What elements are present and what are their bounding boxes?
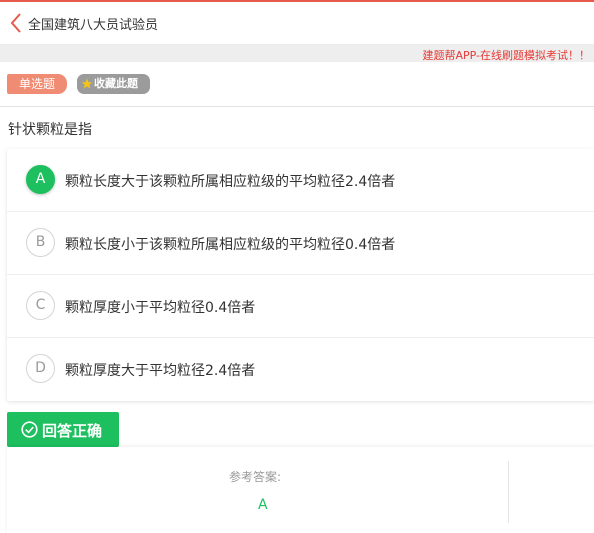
option-text: 颗粒厚度大于平均粒径2.4倍者 [65, 363, 256, 379]
star-icon [81, 78, 93, 89]
option-text: 颗粒长度大于该颗粒所属相应粒级的平均粒径2.4倍者 [65, 174, 396, 190]
reference-answer-label: 参考答案: [229, 470, 282, 484]
option-text: 颗粒厚度小于平均粒径0.4倍者 [65, 300, 256, 316]
divider [0, 106, 594, 107]
promo-text[interactable]: 建题帮APP-在线刷题模拟考试！！ [422, 47, 590, 63]
reference-answer-value: A [258, 497, 268, 513]
check-circle-icon [21, 421, 38, 438]
chevron-left-icon [10, 13, 21, 33]
divider [508, 461, 509, 523]
app-header: 全国建筑八大员试验员 [0, 2, 594, 45]
question-text: 针状颗粒是指 [8, 122, 92, 138]
options-card: A 颗粒长度大于该颗粒所属相应粒级的平均粒径2.4倍者 B 颗粒长度小于该颗粒所… [7, 149, 594, 401]
option-letter-badge: B [26, 228, 55, 257]
option-letter-badge: D [26, 354, 55, 383]
back-button[interactable] [8, 12, 24, 34]
option-d[interactable]: D 颗粒厚度大于平均粒径2.4倍者 [7, 338, 594, 401]
page-title: 全国建筑八大员试验员 [28, 18, 159, 33]
favorite-button[interactable]: 收藏此题 [77, 74, 150, 94]
option-letter-badge: C [26, 291, 55, 320]
option-letter-badge: A [26, 165, 55, 194]
favorite-label: 收藏此题 [94, 77, 138, 90]
option-b[interactable]: B 颗粒长度小于该颗粒所属相应粒级的平均粒径0.4倍者 [7, 212, 594, 275]
result-badge: 回答正确 [7, 412, 119, 447]
option-a[interactable]: A 颗粒长度大于该颗粒所属相应粒级的平均粒径2.4倍者 [7, 149, 594, 212]
result-label: 回答正确 [42, 422, 103, 440]
promo-banner[interactable]: 建题帮APP-在线刷题模拟考试！！ [0, 45, 594, 62]
option-text: 颗粒长度小于该颗粒所属相应粒级的平均粒径0.4倍者 [65, 237, 396, 253]
answer-panel: 参考答案: A [7, 447, 594, 533]
option-c[interactable]: C 颗粒厚度小于平均粒径0.4倍者 [7, 275, 594, 338]
question-type-tag: 单选题 [7, 74, 67, 94]
